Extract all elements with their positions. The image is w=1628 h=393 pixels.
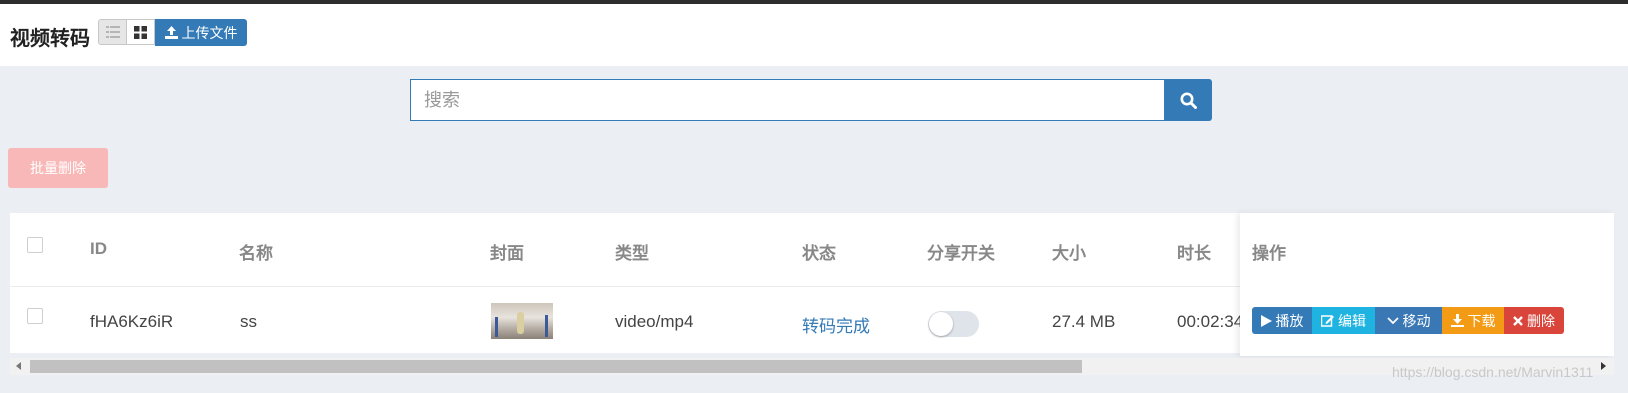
close-icon xyxy=(1513,315,1523,326)
scroll-right-icon[interactable] xyxy=(1601,362,1606,370)
search-box xyxy=(410,79,1165,121)
scrollbar-thumb[interactable] xyxy=(30,360,1082,373)
cell-id: fHA6Kz6iR xyxy=(90,312,174,331)
watermark: https://blog.csdn.net/Marvin1311 xyxy=(1392,364,1594,380)
grid-view-icon xyxy=(134,25,147,39)
grid-view-button[interactable] xyxy=(126,19,155,45)
list-view-button[interactable] xyxy=(98,19,127,45)
cover-thumbnail[interactable] xyxy=(491,303,553,339)
page-title: 视频转码 xyxy=(10,28,90,50)
edit-icon xyxy=(1321,315,1334,327)
column-header-id: ID xyxy=(90,239,107,258)
search-icon xyxy=(1180,92,1197,109)
column-header-size: 大小 xyxy=(1052,244,1086,263)
batch-delete-button[interactable]: 批量删除 xyxy=(8,148,108,188)
edit-button[interactable]: 编辑 xyxy=(1312,307,1375,334)
cell-duration: 00:02:34 xyxy=(1177,312,1244,331)
search-input[interactable] xyxy=(411,80,1164,120)
cell-name: ss xyxy=(240,312,257,331)
horizontal-scrollbar[interactable] xyxy=(10,358,1614,375)
column-header-actions: 操作 xyxy=(1252,244,1286,263)
column-header-duration: 时长 xyxy=(1177,244,1211,263)
cell-status: 转码完成 xyxy=(802,317,870,336)
move-button[interactable]: 移动 xyxy=(1375,307,1442,334)
row-checkbox[interactable] xyxy=(27,308,43,324)
fixed-actions-column xyxy=(1240,213,1614,356)
upload-file-button[interactable]: 上传文件 xyxy=(155,19,247,46)
column-header-status: 状态 xyxy=(802,244,836,263)
chevron-down-icon xyxy=(1386,316,1399,324)
share-toggle[interactable] xyxy=(928,311,979,337)
column-header-cover: 封面 xyxy=(490,244,524,263)
select-all-checkbox[interactable] xyxy=(27,237,43,253)
list-view-icon xyxy=(105,26,120,38)
play-icon xyxy=(1260,314,1272,327)
upload-icon xyxy=(164,26,178,39)
column-header-name: 名称 xyxy=(239,244,273,263)
cell-size: 27.4 MB xyxy=(1052,312,1116,331)
play-button[interactable]: 播放 xyxy=(1252,307,1312,334)
search-button[interactable] xyxy=(1164,79,1212,121)
download-button[interactable]: 下载 xyxy=(1442,307,1504,334)
delete-button[interactable]: 删除 xyxy=(1504,307,1564,334)
upload-label: 上传文件 xyxy=(181,24,238,41)
download-icon xyxy=(1450,314,1464,327)
cell-type: video/mp4 xyxy=(615,312,694,331)
column-header-type: 类型 xyxy=(615,244,649,263)
scroll-left-icon[interactable] xyxy=(16,362,21,370)
column-header-share: 分享开关 xyxy=(927,244,995,263)
